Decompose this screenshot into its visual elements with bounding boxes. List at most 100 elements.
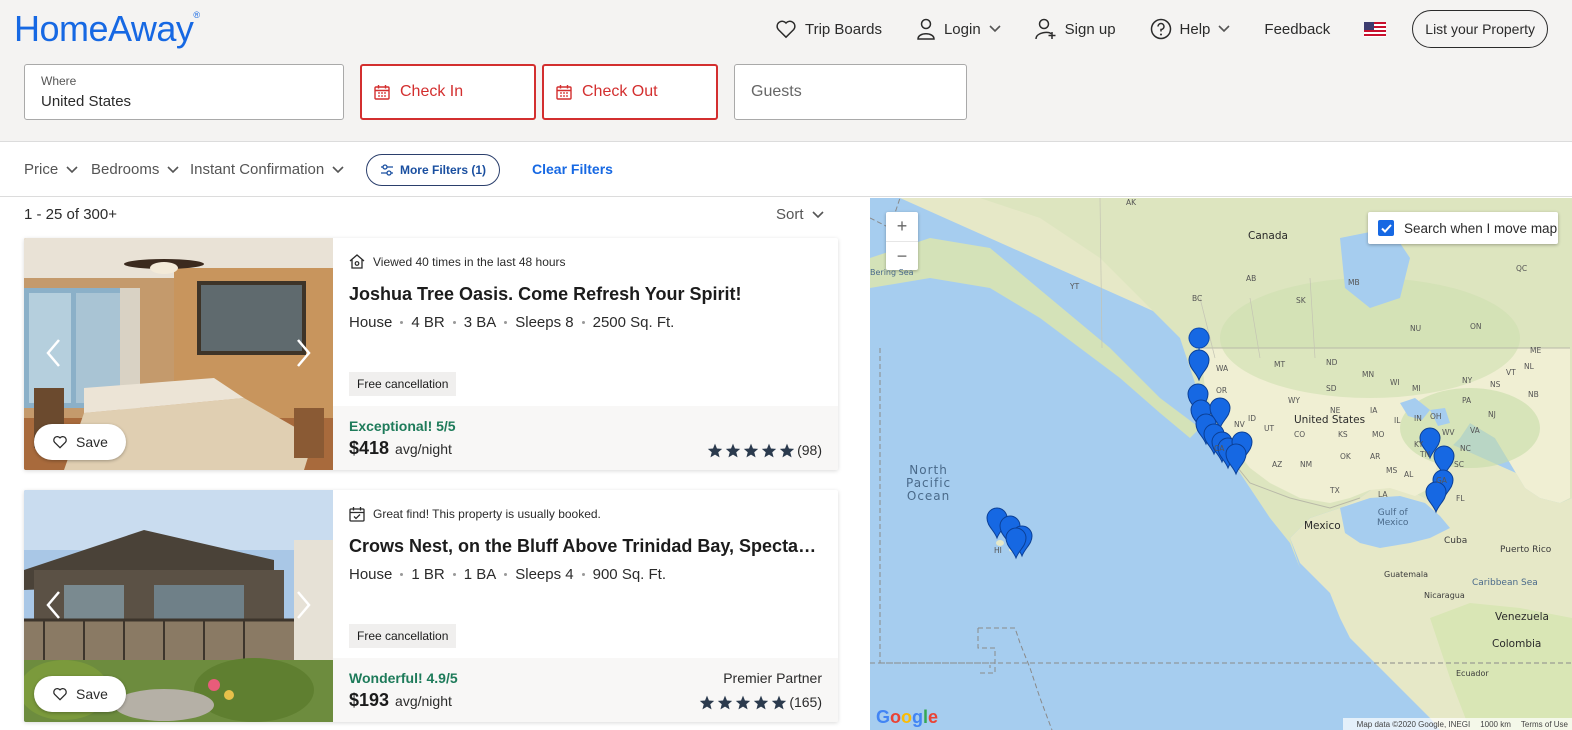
state-label: AZ [1272,460,1283,469]
where-field[interactable]: Where United States [24,64,344,120]
trip-boards-link[interactable]: Trip Boards [775,19,882,39]
check-in-field[interactable]: Check In [360,64,536,120]
sign-up-link[interactable]: Sign up [1034,18,1116,40]
review-count: (98) [797,442,822,458]
house-eye-icon [349,254,365,269]
listing-badge: Viewed 40 times in the last 48 hours [349,254,566,269]
star-icon [718,695,733,709]
search-when-move-map-toggle[interactable]: Search when I move map [1368,212,1558,244]
help-menu[interactable]: Help [1150,18,1231,40]
zoom-out-button[interactable]: − [886,241,918,270]
state-label: SD [1326,384,1337,393]
listing-photo[interactable]: Save [24,238,333,470]
square-feet: 2500 Sq. Ft. [592,314,675,331]
checkbox-checked-icon[interactable] [1378,220,1394,236]
us-flag-icon[interactable] [1364,21,1387,37]
rating-text: Exceptional! 5/5 [349,418,456,434]
feedback-link[interactable]: Feedback [1264,21,1330,38]
price: $418 avg/night [349,438,452,459]
zoom-in-button[interactable]: + [886,212,918,241]
bedrooms-filter[interactable]: Bedrooms [91,161,179,178]
premier-partner-label: Premier Partner [723,670,822,686]
previous-photo-arrow[interactable] [44,590,64,620]
heart-icon [776,20,796,39]
search-when-move-map-label: Search when I move map [1404,220,1558,236]
save-button[interactable]: Save [34,676,126,712]
terms-of-use-link[interactable]: Terms of Use [1521,720,1568,729]
map-label-ecuador: Ecuador [1456,669,1489,678]
guests-field[interactable]: Guests [734,64,967,120]
property-type: House [349,314,393,331]
homeaway-logo[interactable]: HomeAway® [14,8,200,50]
star-icon [754,695,769,709]
state-label: LA [1378,490,1388,499]
state-label: WV [1442,428,1455,437]
more-filters-button[interactable]: More Filters (1) [366,154,500,186]
listing-card[interactable]: Save Viewed 40 times in the last 48 hour… [24,238,838,470]
where-value: United States [41,93,132,110]
listing-card[interactable]: Save Great find! This property is usuall… [24,490,838,722]
heart-icon [53,687,67,701]
search-bar: Where United States Check In Check Out G… [24,64,967,120]
state-label: TX [1330,486,1340,495]
listing-footer: Wonderful! 4.9/5 Premier Partner $193 avg… [333,658,838,722]
price-filter[interactable]: Price [24,161,78,178]
price-filter-label: Price [24,161,59,178]
property-type: House [349,566,393,583]
state-label: WY [1288,396,1300,405]
state-label: NE [1330,406,1341,415]
price-value: $418 [349,438,390,458]
listing-footer: Exceptional! 5/5 $418 avg/night (98) [333,406,838,470]
save-button[interactable]: Save [34,424,126,460]
state-label: SK [1296,296,1306,305]
instant-confirmation-filter[interactable]: Instant Confirmation [190,161,344,178]
state-label: IL [1394,416,1401,425]
map[interactable]: + − Search when I move map Canada United… [870,198,1572,730]
map-label-cuba: Cuba [1444,536,1468,546]
state-label: IN [1414,414,1422,423]
state-label: YT [1070,282,1080,291]
sleeps-count: Sleeps 4 [515,566,574,583]
login-menu[interactable]: Login [916,18,1001,40]
state-label: OR [1216,386,1228,395]
state-label: QC [1516,264,1528,273]
listing-badge-text: Viewed 40 times in the last 48 hours [373,254,566,269]
check-out-field[interactable]: Check Out [542,64,718,120]
heart-icon [53,435,67,449]
sort-dropdown[interactable]: Sort [776,206,824,223]
state-label: NU [1410,324,1422,333]
chevron-down-icon [167,165,179,173]
map-scale: 1000 km [1480,719,1511,729]
map-label-venezuela: Venezuela [1495,611,1549,623]
listing-photo[interactable]: Save [24,490,333,722]
free-cancellation-badge: Free cancellation [349,624,457,648]
star-icon [772,695,787,709]
user-icon [917,18,935,40]
state-label: AL [1404,470,1414,479]
list-property-button[interactable]: List your Property [1412,10,1548,48]
clear-filters-link[interactable]: Clear Filters [532,161,613,177]
star-icon [707,443,723,457]
chevron-down-icon [989,25,1001,33]
listing-title[interactable]: Crows Nest, on the Bluff Above Trinidad … [349,536,825,557]
next-photo-arrow[interactable] [293,590,313,620]
listing-info: Viewed 40 times in the last 48 hours Jos… [333,238,838,470]
save-label: Save [76,686,108,702]
results-count: 1 - 25 of 300+ [24,206,117,223]
add-user-icon [1034,18,1056,40]
instant-confirmation-label: Instant Confirmation [190,161,325,178]
state-label: MT [1274,360,1286,369]
filters-bar: Price Bedrooms Instant Confirmation More… [0,143,1572,197]
star-icon [725,443,741,457]
previous-photo-arrow[interactable] [44,338,64,368]
map-label-hi: HI [994,546,1002,555]
where-label: Where [41,74,77,88]
listing-info: Great find! This property is usually boo… [333,490,838,722]
next-photo-arrow[interactable] [293,338,313,368]
stars-row [699,695,789,710]
chevron-down-icon [811,210,824,218]
logo-registered-mark: ® [193,10,200,20]
map-label-north-pacific: North Pacific Ocean [906,464,951,503]
google-logo[interactable]: Google [876,707,938,728]
listing-title[interactable]: Joshua Tree Oasis. Come Refresh Your Spi… [349,284,825,305]
